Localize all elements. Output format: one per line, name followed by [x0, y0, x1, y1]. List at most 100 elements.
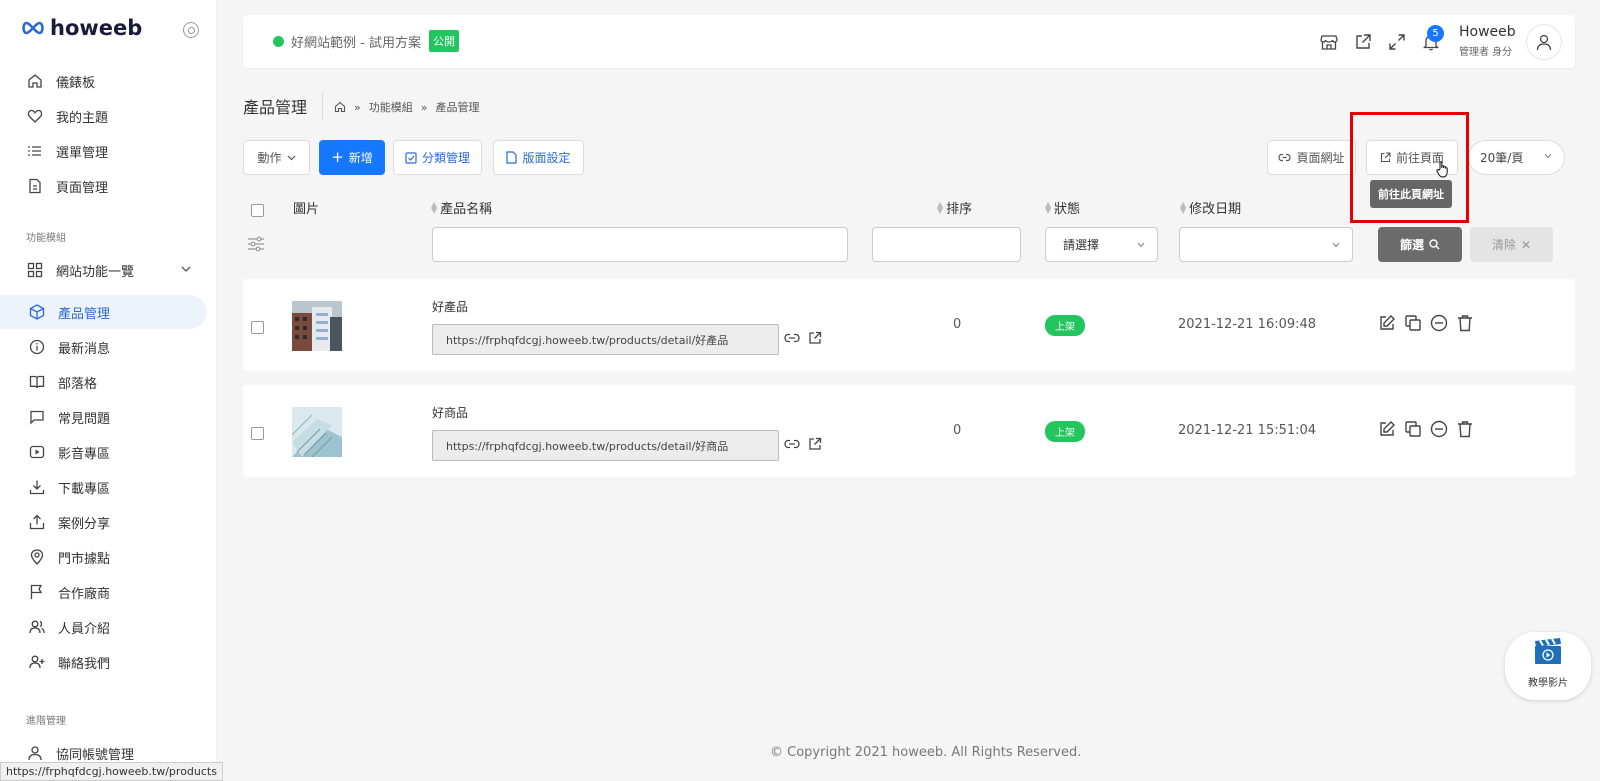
chevron-down-icon — [1137, 242, 1145, 248]
breadcrumb-home-icon[interactable] — [334, 101, 346, 113]
checkbox-icon — [405, 151, 417, 164]
location-icon — [28, 548, 46, 566]
column-header-order[interactable]: ▲ ▼ 排序 — [937, 198, 972, 217]
column-header-label: 狀態 — [1054, 202, 1081, 217]
sidebar-item-news[interactable]: 最新消息 — [0, 330, 207, 364]
infinity-logo-icon — [22, 21, 44, 35]
duplicate-icon[interactable] — [1403, 313, 1423, 333]
unpublish-icon[interactable] — [1429, 313, 1449, 333]
download-icon — [28, 478, 46, 496]
sidebar-item-label: 聯絡我們 — [58, 656, 111, 672]
external-link-icon[interactable] — [806, 435, 824, 453]
column-header-name[interactable]: ▲ ▼ 產品名稱 — [431, 198, 492, 217]
browser-status-url: https://frphqfdcgj.howeeb.tw/products — [0, 762, 223, 781]
select-all-checkbox[interactable] — [251, 204, 264, 217]
product-order: 0 — [953, 317, 962, 332]
sidebar-item-products[interactable]: 產品管理 — [0, 295, 207, 329]
user-name: Howeeb — [1459, 24, 1516, 40]
breadcrumb-item: 產品管理 — [435, 101, 480, 114]
sidebar-item-overview[interactable]: 網站功能一覽 — [0, 253, 207, 287]
product-thumbnail — [292, 301, 342, 351]
share-icon — [28, 513, 46, 531]
copyright-footer: © Copyright 2021 howeeb. All Rights Rese… — [770, 745, 1082, 760]
breadcrumb: » 功能模組 » 產品管理 — [334, 99, 479, 115]
copy-link-icon[interactable] — [783, 329, 801, 347]
avatar[interactable] — [1526, 24, 1562, 60]
link-icon — [1278, 153, 1292, 162]
sidebar-item-menu[interactable]: 選單管理 — [0, 134, 207, 168]
edit-icon[interactable] — [1377, 313, 1397, 333]
column-header-image: 圖片 — [293, 198, 319, 217]
duplicate-icon[interactable] — [1403, 419, 1423, 439]
sidebar-item-blog[interactable]: 部落格 — [0, 365, 207, 399]
row-checkbox[interactable] — [251, 427, 264, 440]
breadcrumb-separator-icon: » — [420, 100, 428, 114]
product-url-field[interactable]: https://frphqfdcgj.howeeb.tw/products/de… — [432, 324, 779, 355]
status-filter-select[interactable]: 請選擇 — [1045, 227, 1158, 262]
sidebar-item-team[interactable]: 人員介紹 — [0, 610, 207, 644]
add-button[interactable]: + 新增 — [319, 140, 385, 175]
product-order: 0 — [953, 423, 962, 438]
home-icon — [26, 72, 44, 90]
tutorial-video-button[interactable]: 教學影片 — [1505, 632, 1591, 700]
breadcrumb-item[interactable]: 功能模組 — [369, 99, 413, 115]
sidebar-item-label: 儀錶板 — [56, 75, 96, 91]
sidebar-item-cases[interactable]: 案例分享 — [0, 505, 207, 539]
grid-icon — [26, 261, 44, 279]
user-plus-icon — [28, 653, 46, 671]
row-checkbox[interactable] — [251, 321, 264, 334]
sidebar-item-video[interactable]: 影音專區 — [0, 435, 207, 469]
filter-button[interactable]: 篩選 — [1378, 227, 1462, 262]
file-icon — [506, 151, 518, 164]
clear-button[interactable]: 清除 ✕ — [1470, 227, 1553, 262]
external-link-icon[interactable] — [1353, 32, 1373, 52]
unpublish-icon[interactable] — [1429, 419, 1449, 439]
fullscreen-icon[interactable] — [1387, 32, 1407, 52]
sidebar-item-label: 合作廠商 — [58, 586, 111, 602]
name-filter-input[interactable] — [432, 227, 848, 262]
edit-icon[interactable] — [1377, 419, 1397, 439]
user-role: 管理者 身分 — [1459, 47, 1513, 58]
date-filter-select[interactable] — [1179, 227, 1353, 262]
sidebar-item-pages[interactable]: 頁面管理 — [0, 169, 207, 203]
trash-icon[interactable] — [1455, 419, 1475, 439]
sort-icon: ▲ ▼ — [431, 199, 438, 215]
title-divider — [322, 92, 323, 120]
sidebar-item-themes[interactable]: 我的主題 — [0, 99, 207, 133]
order-filter-input[interactable] — [872, 227, 1021, 262]
column-header-label: 修改日期 — [1189, 202, 1242, 217]
sidebar-item-stores[interactable]: 門市據點 — [0, 540, 207, 574]
site-status-dot — [273, 36, 284, 47]
sidebar-item-contact[interactable]: 聯絡我們 — [0, 645, 207, 679]
category-management-button[interactable]: 分類管理 — [393, 140, 482, 175]
chat-icon — [28, 408, 46, 426]
sidebar-item-faq[interactable]: 常見問題 — [0, 400, 207, 434]
logo[interactable]: howeeb — [20, 16, 142, 40]
trash-icon[interactable] — [1455, 313, 1475, 333]
column-header-modified[interactable]: ▲ ▼ 修改日期 — [1180, 198, 1241, 217]
store-icon[interactable] — [1319, 32, 1339, 52]
layout-label: 版面設定 — [522, 151, 571, 165]
modified-date: 2021-12-21 16:09:48 — [1178, 317, 1317, 332]
sort-icon: ▲ ▼ — [1180, 199, 1187, 215]
layout-settings-button[interactable]: 版面設定 — [493, 140, 584, 175]
sidebar-collapse-icon[interactable] — [183, 22, 199, 38]
product-url-field[interactable]: https://frphqfdcgj.howeeb.tw/products/de… — [432, 430, 779, 461]
copy-link-icon[interactable] — [783, 435, 801, 453]
action-dropdown-button[interactable]: 動作 — [243, 140, 310, 175]
page-url-button[interactable]: 頁面網址 — [1267, 140, 1356, 175]
search-icon — [1429, 239, 1440, 250]
column-header-status[interactable]: ▲ ▼ 狀態 — [1045, 198, 1080, 217]
sidebar-item-label: 最新消息 — [58, 341, 111, 357]
per-page-select[interactable]: 20筆/頁 — [1468, 140, 1565, 175]
chevron-down-icon — [181, 265, 191, 273]
external-link-icon[interactable] — [806, 329, 824, 347]
sidebar-item-partners[interactable]: 合作廠商 — [0, 575, 207, 609]
sidebar-item-label: 產品管理 — [58, 306, 111, 322]
site-name[interactable]: 好網站範例 - 試用方案 — [291, 32, 421, 51]
filter-settings-icon[interactable] — [247, 236, 265, 252]
sidebar-item-dashboard[interactable]: 儀錶板 — [0, 64, 207, 98]
sidebar-item-download[interactable]: 下載專區 — [0, 470, 207, 504]
sidebar-item-label: 案例分享 — [58, 516, 111, 532]
nav-section-modules: 功能模組 — [26, 233, 66, 244]
